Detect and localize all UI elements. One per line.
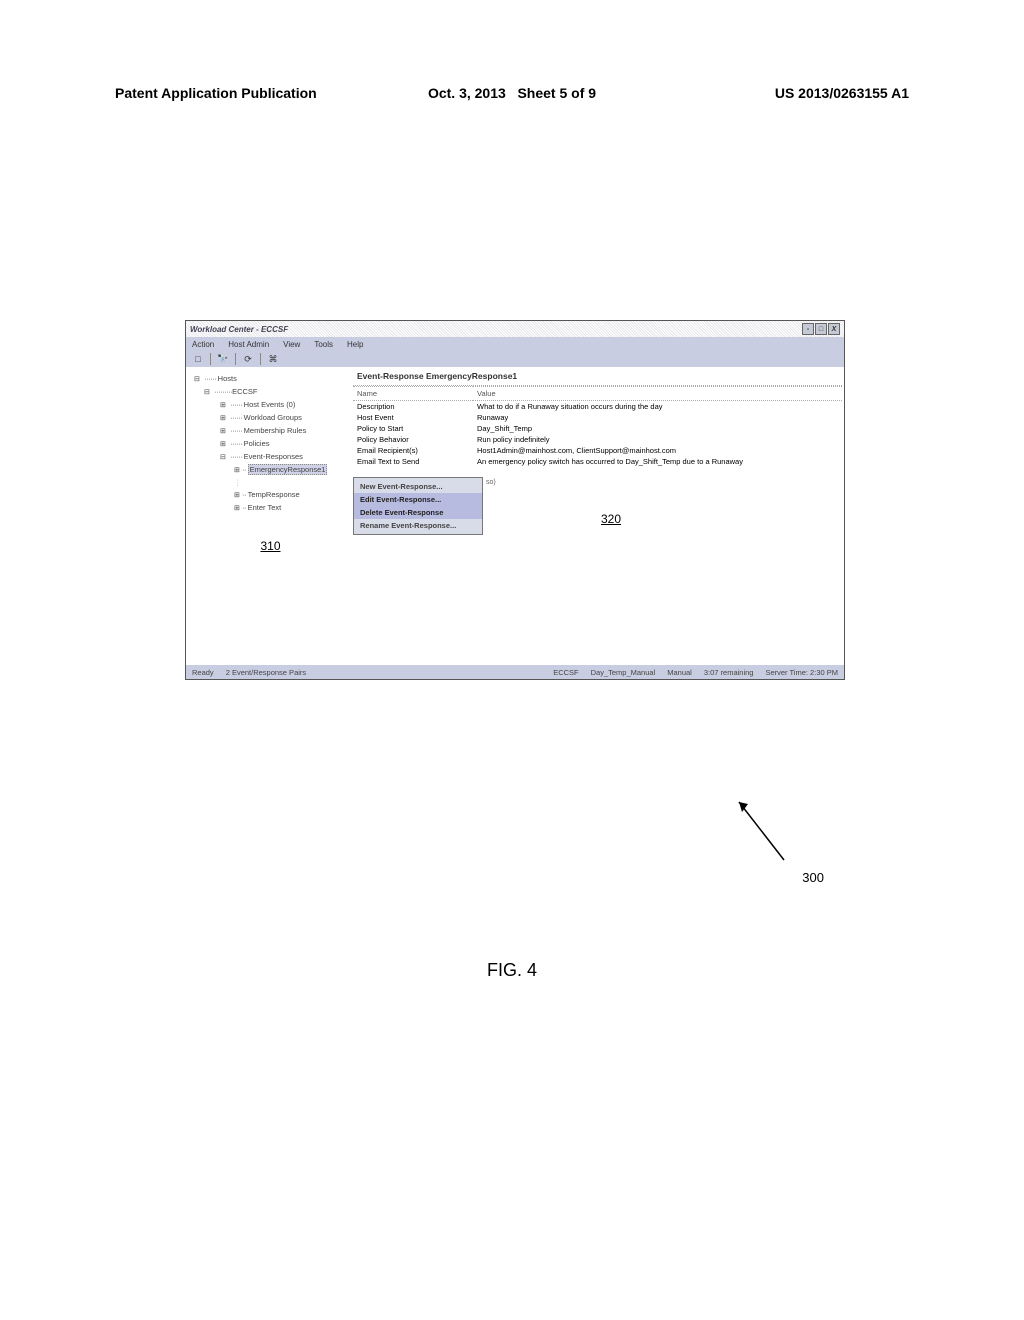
expand-icon[interactable]: ⊞: [220, 400, 228, 412]
expand-icon[interactable]: ⊞: [220, 426, 228, 438]
menu-bar: Action Host Admin View Tools Help: [186, 337, 844, 351]
detail-table: Name Value DescriptionWhat to do if a Ru…: [353, 386, 842, 467]
maximize-button[interactable]: □: [815, 323, 827, 335]
context-menu: New Event-Response... Edit Event-Respons…: [353, 477, 483, 535]
figure-label: FIG. 4: [487, 960, 537, 981]
publication-number: US 2013/0263155 A1: [775, 85, 909, 101]
refresh-icon[interactable]: ⟳: [242, 353, 254, 365]
window-title: Workload Center - ECCSF: [190, 325, 288, 334]
tree-host-events[interactable]: ⊞ ······ Host Events (0): [194, 399, 347, 412]
toolbar-separator: [210, 353, 211, 365]
menu-action[interactable]: Action: [192, 340, 214, 349]
app-window: Workload Center - ECCSF - □ X Action Hos…: [185, 320, 845, 680]
expand-icon[interactable]: ⊞: [234, 490, 242, 502]
menu-tools[interactable]: Tools: [314, 340, 333, 349]
expand-icon[interactable]: ⊟: [220, 452, 228, 464]
context-new-event-response[interactable]: New Event-Response...: [354, 480, 482, 493]
table-row[interactable]: Policy to StartDay_Shift_Temp: [353, 423, 842, 434]
expand-icon[interactable]: ⊞: [220, 413, 228, 425]
status-bar: Ready 2 Event/Response Pairs ECCSF Day_T…: [186, 665, 844, 679]
status-server-time: Server Time: 2:30 PM: [765, 668, 838, 677]
tree-pane: ⊟ ······ Hosts ⊟ ·········ECCSF ⊞ ······…: [186, 367, 351, 665]
close-button[interactable]: X: [828, 323, 840, 335]
column-value-header: Value: [473, 387, 842, 401]
table-row[interactable]: Host EventRunaway: [353, 412, 842, 423]
minimize-button[interactable]: -: [802, 323, 814, 335]
status-pairs: 2 Event/Response Pairs: [226, 668, 306, 677]
menu-host-admin[interactable]: Host Admin: [228, 340, 269, 349]
title-bar: Workload Center - ECCSF - □ X: [186, 321, 844, 337]
tree-host-eccsf[interactable]: ⊟ ·········ECCSF: [194, 386, 347, 399]
toolbar-separator: [235, 353, 236, 365]
binoculars-icon[interactable]: 🔭: [217, 353, 229, 365]
toolbar: □ 🔭 ⟳ ⌘: [186, 351, 844, 367]
status-ready: Ready: [192, 668, 214, 677]
toolbar-separator: [260, 353, 261, 365]
tree-root-hosts[interactable]: ⊟ ······ Hosts: [194, 373, 347, 386]
publication-date-sheet: Oct. 3, 2013 Sheet 5 of 9: [428, 85, 596, 101]
detail-pane: Event-Response EmergencyResponse1 Name V…: [351, 367, 844, 665]
pub-sheet: Sheet 5 of 9: [517, 85, 596, 101]
new-icon[interactable]: □: [192, 353, 204, 365]
detail-header: Event-Response EmergencyResponse1: [353, 369, 842, 386]
figure-ref-320: 320: [601, 512, 621, 526]
status-remaining: 3:07 remaining: [704, 668, 754, 677]
partial-text: so): [486, 479, 496, 486]
menu-help[interactable]: Help: [347, 340, 363, 349]
tree-enter-text[interactable]: ⊞·· Enter Text: [194, 502, 347, 515]
pub-date: Oct. 3, 2013: [428, 85, 506, 101]
figure-ref-310: 310: [194, 539, 347, 553]
expand-icon[interactable]: ⊞: [220, 439, 228, 451]
status-policy: Day_Temp_Manual: [591, 668, 656, 677]
context-rename-event-response[interactable]: Rename Event-Response...: [354, 519, 482, 532]
expand-icon[interactable]: ⊞: [234, 465, 242, 477]
context-delete-event-response[interactable]: Delete Event-Response: [354, 506, 482, 519]
menu-view[interactable]: View: [283, 340, 300, 349]
figure-ref-300: 300: [802, 870, 824, 885]
expand-icon[interactable]: ⊟: [194, 374, 202, 386]
tree-emergency-response1[interactable]: ⊞·· EmergencyResponse1: [194, 464, 347, 477]
tree-event-responses[interactable]: ⊟ ······ Event-Responses: [194, 451, 347, 464]
tree-policies[interactable]: ⊞ ······ Policies: [194, 438, 347, 451]
table-row[interactable]: DescriptionWhat to do if a Runaway situa…: [353, 401, 842, 413]
tree-temp-response[interactable]: ⊞·· TempResponse: [194, 489, 347, 502]
status-host: ECCSF: [553, 668, 578, 677]
column-name-header: Name: [353, 387, 473, 401]
wizard-icon[interactable]: ⌘: [267, 353, 279, 365]
expand-icon[interactable]: ⊟: [204, 387, 212, 399]
tree-membership-rules[interactable]: ⊞ ······ Membership Rules: [194, 425, 347, 438]
publication-type: Patent Application Publication: [115, 85, 317, 101]
context-edit-event-response[interactable]: Edit Event-Response...: [354, 493, 482, 506]
tree-workload-groups[interactable]: ⊞ ······ Workload Groups: [194, 412, 347, 425]
table-row[interactable]: Policy BehaviorRun policy indefinitely: [353, 434, 842, 445]
table-row[interactable]: Email Text to SendAn emergency policy sw…: [353, 456, 842, 467]
table-row[interactable]: Email Recipient(s)Host1Admin@mainhost.co…: [353, 445, 842, 456]
status-mode: Manual: [667, 668, 692, 677]
expand-icon[interactable]: ⊞: [234, 503, 242, 515]
arrow-icon: [724, 790, 804, 870]
